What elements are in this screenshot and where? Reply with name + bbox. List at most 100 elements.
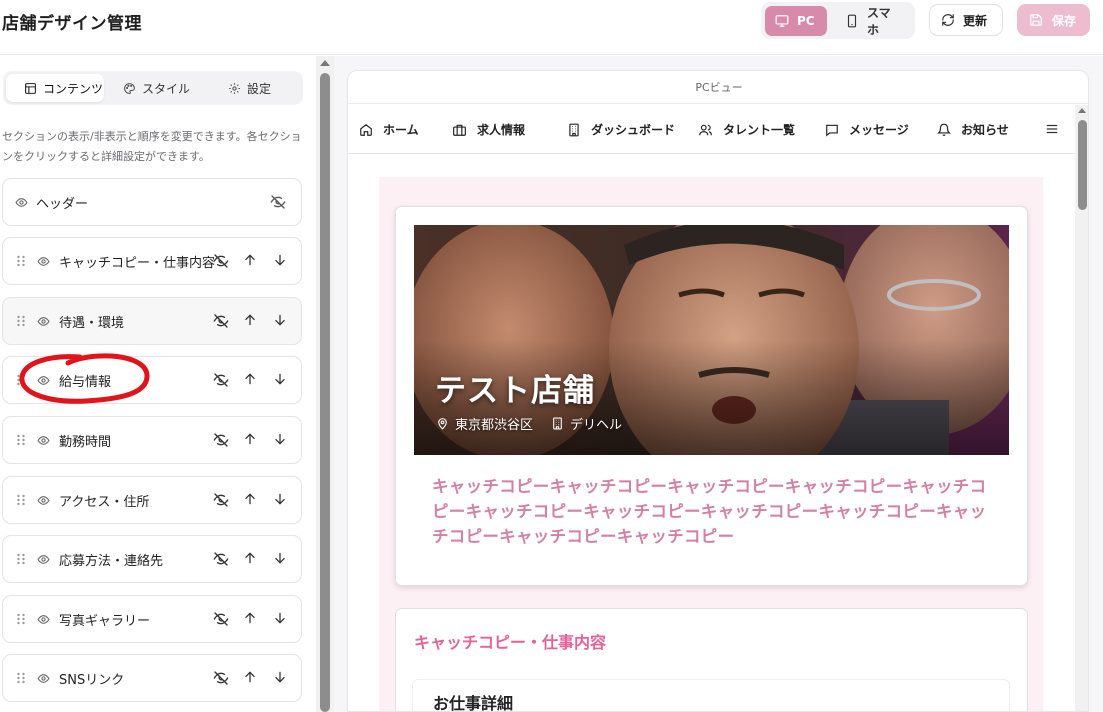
preview-pane: PCビュー ホーム 求人情報 ダッシュボード タレント一覧 メッセージ お知らせ… [334, 56, 1103, 712]
nav-label: お知らせ [961, 123, 1009, 137]
hero-image: テスト店舗 東京都渋谷区 デリヘル [414, 225, 1009, 455]
section-label: 写真ギャラリー [59, 614, 151, 629]
eye-icon[interactable] [37, 494, 50, 507]
panel-tabs: コンテンツ スタイル 設定 [3, 71, 303, 105]
hide-section-icon[interactable] [213, 492, 229, 508]
eye-icon[interactable] [37, 434, 50, 447]
move-up-icon[interactable] [243, 611, 257, 625]
section-label: 勤務時間 [59, 435, 112, 450]
move-down-icon[interactable] [273, 492, 287, 506]
drag-handle-icon[interactable] [16, 374, 26, 386]
scrollbar-thumb[interactable] [1078, 120, 1087, 210]
eye-icon[interactable] [37, 255, 50, 268]
eye-icon[interactable] [37, 553, 50, 566]
scrollbar-thumb[interactable] [320, 73, 330, 712]
move-down-icon[interactable] [273, 670, 287, 684]
left-panel-scrollbar[interactable] [316, 56, 334, 712]
nav-item-jobs[interactable]: 求人情報 [452, 105, 525, 154]
view-mode-toggle: PC スマホ [761, 2, 915, 39]
move-down-icon[interactable] [273, 432, 287, 446]
nav-label: タレント一覧 [723, 123, 796, 137]
tab-style[interactable]: スタイル [123, 74, 190, 102]
nav-item-messages[interactable]: メッセージ [825, 105, 909, 154]
left-panel: コンテンツ スタイル 設定 セクションの表示/非表示と順序を変更できます。各セク… [0, 56, 316, 712]
scroll-up-arrow[interactable] [320, 60, 330, 66]
hide-section-icon[interactable] [213, 432, 229, 448]
section-row[interactable]: 待遇・環境 [2, 297, 302, 345]
smartphone-icon [845, 14, 859, 28]
move-up-icon[interactable] [243, 670, 257, 684]
palette-icon [123, 82, 136, 95]
tab-settings[interactable]: 設定 [228, 74, 271, 102]
nav-label: メッセージ [849, 123, 909, 137]
section-row[interactable]: キャッチコピー・仕事内容 [2, 237, 302, 285]
section-row[interactable]: 給与情報 [2, 356, 302, 404]
nav-item-notices[interactable]: お知らせ [937, 105, 1009, 154]
section-row[interactable]: アクセス・住所 [2, 476, 302, 524]
section-label: 応募方法・連絡先 [59, 554, 164, 569]
move-up-icon[interactable] [243, 492, 257, 506]
hide-section-icon[interactable] [213, 253, 229, 269]
nav-item-home[interactable]: ホーム [359, 105, 419, 154]
hide-section-icon[interactable] [213, 551, 229, 567]
eye-icon[interactable] [37, 374, 50, 387]
drag-handle-icon[interactable] [16, 434, 26, 446]
drag-handle-icon[interactable] [16, 255, 26, 267]
layout-icon [24, 82, 37, 95]
move-up-icon[interactable] [243, 313, 257, 327]
move-up-icon[interactable] [243, 253, 257, 267]
preview-frame: PCビュー ホーム 求人情報 ダッシュボード タレント一覧 メッセージ お知らせ… [347, 70, 1089, 712]
eye-icon[interactable] [37, 672, 50, 685]
save-button[interactable]: 保存 [1017, 4, 1090, 36]
hide-section-icon[interactable] [213, 372, 229, 388]
drag-handle-icon[interactable] [16, 553, 26, 565]
move-down-icon[interactable] [273, 313, 287, 327]
catch-copy-section-card: キャッチコピー・仕事内容 お仕事詳細 [395, 608, 1028, 711]
scroll-up-arrow[interactable] [1078, 108, 1086, 113]
section-row[interactable]: 応募方法・連絡先 [2, 535, 302, 583]
section-row[interactable]: 写真ギャラリー [2, 595, 302, 643]
drag-handle-icon[interactable] [16, 672, 26, 684]
section-label: キャッチコピー・仕事内容 [59, 256, 216, 271]
section-row[interactable]: ヘッダー [2, 178, 302, 226]
eye-icon[interactable] [37, 613, 50, 626]
refresh-button[interactable]: 更新 [929, 4, 1003, 36]
move-down-icon[interactable] [273, 551, 287, 565]
move-down-icon[interactable] [273, 372, 287, 386]
move-up-icon[interactable] [243, 551, 257, 565]
section-label: 待遇・環境 [59, 316, 125, 331]
eye-icon[interactable] [37, 315, 50, 328]
home-icon [359, 123, 373, 137]
drag-handle-icon[interactable] [16, 613, 26, 625]
pc-view-button[interactable]: PC [765, 6, 827, 36]
nav-item-talents[interactable]: タレント一覧 [698, 105, 795, 154]
move-down-icon[interactable] [273, 253, 287, 267]
hide-section-icon[interactable] [270, 194, 286, 210]
section-description: セクションの表示/非表示と順序を変更できます。各セクションをクリックすると詳細設… [2, 130, 302, 163]
drag-handle-icon[interactable] [16, 315, 26, 327]
eye-icon[interactable] [15, 196, 28, 209]
site-nav: ホーム 求人情報 ダッシュボード タレント一覧 メッセージ お知らせ [348, 105, 1088, 154]
refresh-icon [941, 13, 955, 27]
tab-contents[interactable]: コンテンツ [6, 74, 104, 102]
tab-contents-label: コンテンツ [43, 81, 104, 96]
building-icon [567, 123, 581, 137]
hide-section-icon[interactable] [213, 611, 229, 627]
nav-item-dashboard[interactable]: ダッシュボード [567, 105, 675, 154]
preview-scrollbar[interactable] [1075, 105, 1088, 711]
hide-section-icon[interactable] [213, 313, 229, 329]
save-label: 保存 [1052, 13, 1077, 28]
hamburger-menu-icon[interactable] [1045, 122, 1059, 136]
drag-handle-icon[interactable] [16, 494, 26, 506]
monitor-icon [775, 14, 789, 28]
section-row[interactable]: SNSリンク [2, 654, 302, 702]
section-row[interactable]: 勤務時間 [2, 416, 302, 464]
refresh-label: 更新 [963, 13, 988, 28]
move-up-icon[interactable] [243, 432, 257, 446]
move-down-icon[interactable] [273, 611, 287, 625]
mobile-view-button[interactable]: スマホ [835, 6, 911, 37]
move-up-icon[interactable] [243, 372, 257, 386]
section-label: アクセス・住所 [59, 495, 150, 510]
hide-section-icon[interactable] [213, 670, 229, 686]
header-card: テスト店舗 東京都渋谷区 デリヘル キャッチコピーキャッチコピーキャッチコピーキ… [395, 206, 1028, 586]
